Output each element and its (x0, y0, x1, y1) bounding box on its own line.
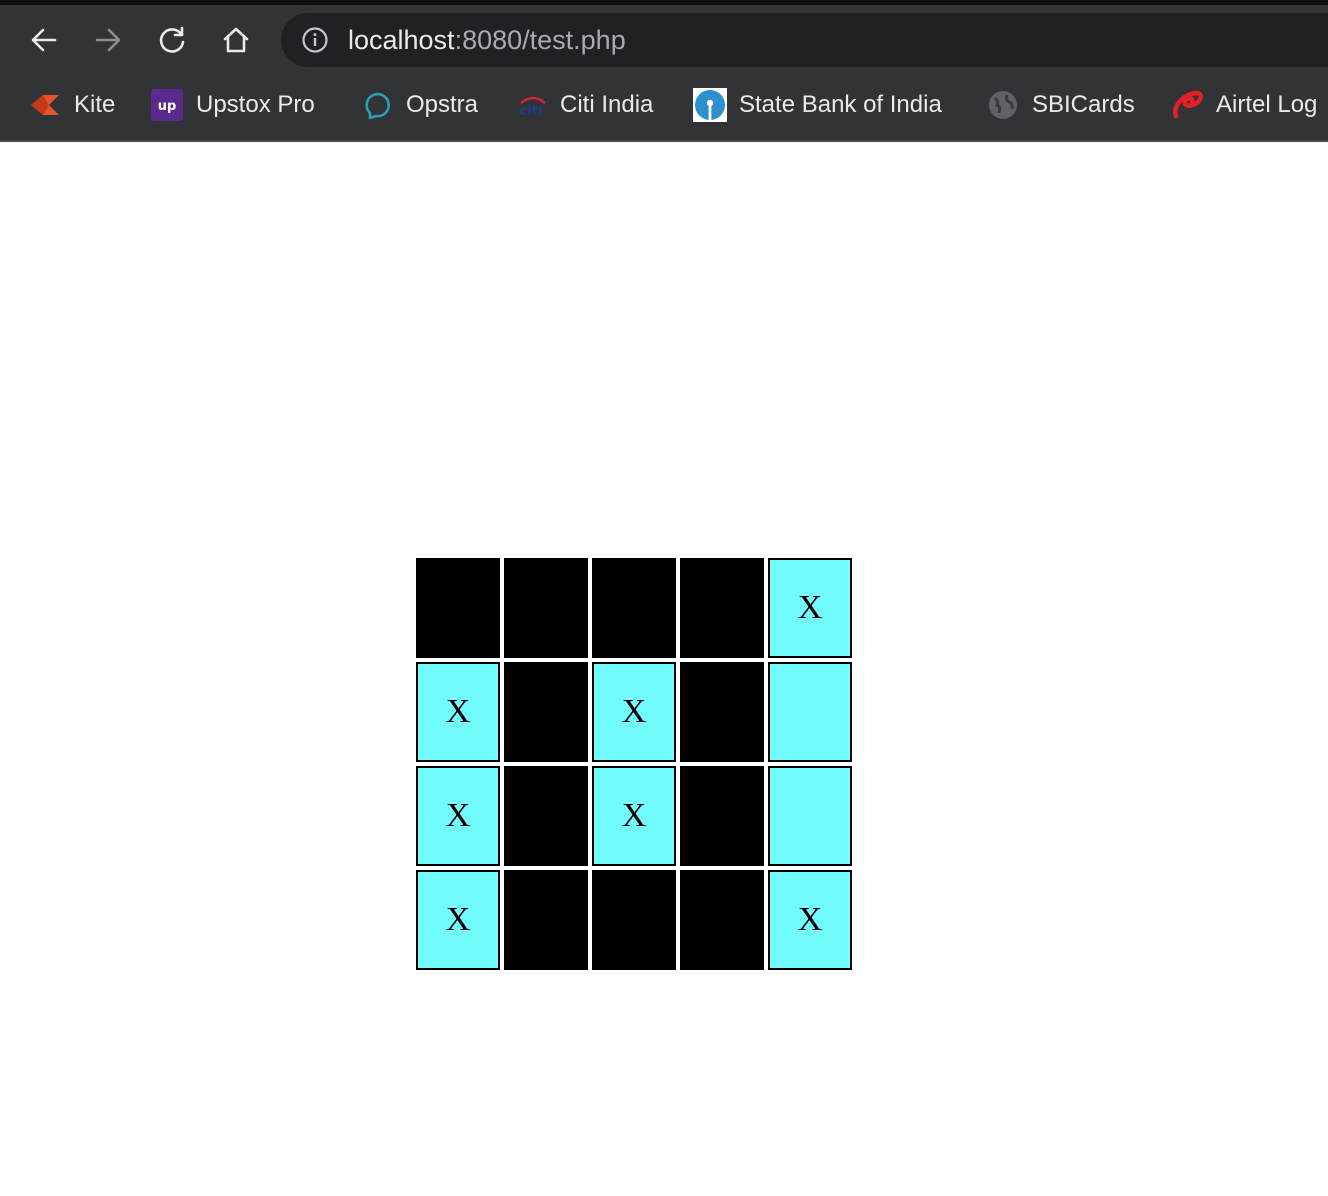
url-text[interactable]: localhost:8080/test.php (348, 24, 626, 56)
bookmark-airtel[interactable]: Airtel Log (1170, 87, 1317, 123)
forward-button[interactable] (88, 20, 128, 60)
board-cell[interactable]: X (416, 870, 500, 970)
reload-button[interactable] (152, 20, 192, 60)
board-cell[interactable] (768, 662, 852, 762)
globe-icon (986, 88, 1020, 122)
back-button[interactable] (24, 20, 64, 60)
board-cell[interactable] (504, 766, 588, 866)
bookmark-upstox-pro[interactable]: up Upstox Pro (150, 87, 315, 123)
home-icon (223, 27, 249, 53)
bookmark-label: Airtel Log (1216, 91, 1318, 118)
board-cell[interactable] (592, 558, 676, 658)
board-cell[interactable]: X (416, 662, 500, 762)
arrow-right-icon (95, 28, 121, 52)
board-cell[interactable] (680, 870, 764, 970)
board-cell[interactable]: X (592, 766, 676, 866)
bookmark-label: Upstox Pro (196, 91, 315, 118)
address-bar[interactable]: localhost:8080/test.php (281, 13, 1328, 67)
board-cell[interactable] (504, 662, 588, 762)
url-path: :8080/test.php (454, 25, 626, 55)
kite-icon (28, 88, 62, 122)
sbi-icon (693, 88, 727, 122)
bookmark-label: Opstra (406, 91, 479, 118)
board-cell[interactable]: X (768, 558, 852, 658)
board-cell[interactable] (680, 558, 764, 658)
home-button[interactable] (216, 20, 256, 60)
bookmarks-bar: Kite up Upstox Pro Opstra citi Citi Indi… (0, 73, 1328, 142)
board-cell[interactable]: X (592, 662, 676, 762)
url-host: localhost (348, 25, 455, 55)
board-cell[interactable] (416, 558, 500, 658)
board-cell[interactable] (592, 870, 676, 970)
browser-toolbar: localhost:8080/test.php (0, 5, 1328, 73)
bookmark-citi-india[interactable]: citi Citi India (514, 87, 654, 123)
board-cell[interactable] (768, 766, 852, 866)
bookmark-label: SBICards (1032, 91, 1135, 118)
reload-icon (159, 26, 185, 53)
board-cell[interactable] (504, 558, 588, 658)
bookmark-label: State Bank of India (739, 91, 942, 118)
arrow-left-icon (31, 28, 57, 52)
airtel-icon (1170, 88, 1204, 122)
info-icon[interactable] (301, 26, 329, 54)
upstox-icon: up (150, 88, 184, 122)
bookmark-label: Citi India (560, 91, 654, 118)
bookmark-state-bank-of-india[interactable]: State Bank of India (693, 87, 942, 123)
board-cell[interactable]: X (768, 870, 852, 970)
bookmark-kite[interactable]: Kite (28, 87, 115, 123)
board-cell[interactable] (680, 766, 764, 866)
svg-text:citi: citi (520, 104, 543, 119)
bookmark-label: Kite (74, 91, 116, 118)
bookmark-opstra[interactable]: Opstra (360, 87, 478, 123)
svg-text:up: up (158, 99, 177, 114)
citi-icon: citi (514, 88, 548, 122)
board-cell[interactable]: X (416, 766, 500, 866)
board-cell[interactable] (680, 662, 764, 762)
board-cell[interactable] (504, 870, 588, 970)
opstra-icon (360, 88, 394, 122)
bookmark-sbicards[interactable]: SBICards (986, 87, 1135, 123)
game-board: XXXXXXX (414, 556, 854, 972)
